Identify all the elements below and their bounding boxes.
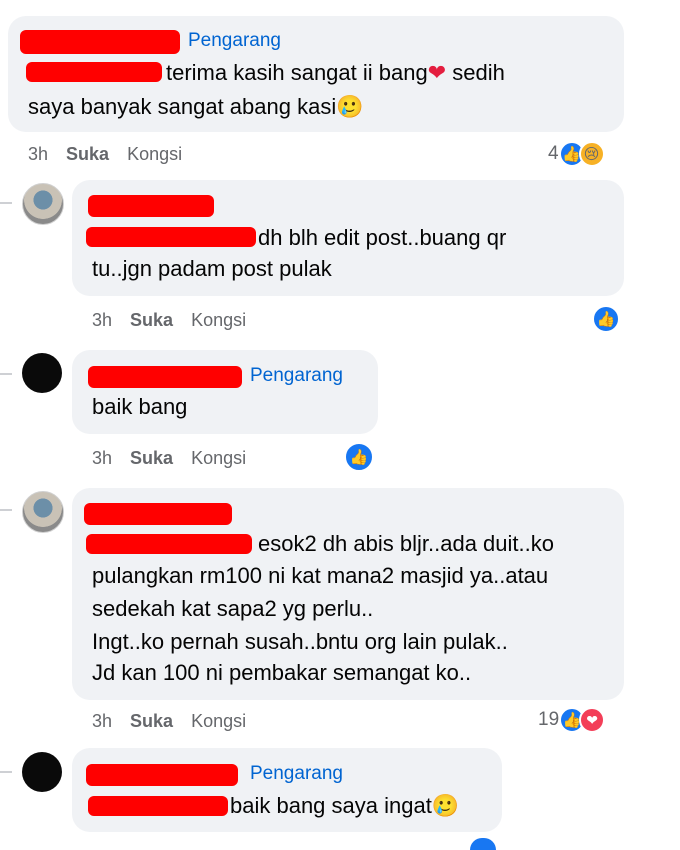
tear-smile-emoji-icon: 🥲 [431, 793, 460, 818]
comment-text: Jd kan 100 ni pembakar semangat ko.. [92, 660, 472, 685]
comment-text: Ingt..ko pernah susah..bntu org lain pul… [92, 629, 508, 654]
reaction-summary[interactable]: 19 👍 ❤ [538, 707, 606, 733]
comment-actions: 3h Suka Kongsi [92, 310, 246, 331]
redacted-author-name [88, 366, 242, 388]
comment-actions: 3h Suka Kongsi [92, 711, 246, 732]
tear-smile-emoji-icon: 🥲 [336, 94, 364, 119]
comment-text: saya banyak sangat abang kasi🥲 [28, 94, 364, 119]
author-badge[interactable]: Pengarang [250, 763, 343, 785]
heart-emoji-icon: ❤ [427, 60, 447, 85]
comment-text: pulangkan rm100 ni kat mana2 masjid ya..… [92, 563, 549, 588]
like-button[interactable]: Suka [130, 448, 173, 469]
share-button[interactable]: Kongsi [191, 310, 246, 331]
comment-actions: 3h Suka Kongsi [28, 144, 182, 165]
share-button[interactable]: Kongsi [191, 711, 246, 732]
comment-actions: 3h Suka Kongsi [92, 448, 246, 469]
like-reaction-icon: 👍 [344, 442, 374, 472]
timestamp[interactable]: 3h [92, 711, 112, 732]
like-button[interactable]: Suka [66, 144, 109, 165]
avatar[interactable] [22, 752, 62, 792]
thread-line [0, 373, 12, 375]
like-reaction-icon: 👍 [592, 305, 620, 333]
thread-line [0, 202, 12, 204]
reaction-summary[interactable]: 4 👍 😢 [548, 141, 605, 167]
comment-text: sedekah kat sapa2 yg perlu.. [92, 596, 374, 621]
thread-line [0, 771, 12, 773]
timestamp[interactable]: 3h [92, 448, 112, 469]
comment-text: terima kasih sangat ii bang❤ sedih [166, 60, 505, 85]
comment-text: baik bang [92, 394, 188, 419]
redacted-mention [26, 62, 162, 82]
reaction-summary[interactable]: 👍 [592, 305, 620, 333]
love-reaction-icon: ❤ [579, 707, 606, 733]
comment-text: esok2 dh abis bljr..ada duit..ko [258, 531, 554, 556]
reaction-summary[interactable]: 👍 [344, 442, 374, 472]
reaction-count: 4 [548, 143, 559, 164]
redacted-author-name [84, 503, 232, 525]
avatar[interactable] [22, 491, 64, 533]
author-badge[interactable]: Pengarang [250, 365, 343, 387]
redacted-mention [86, 227, 256, 247]
redacted-author-name [88, 195, 214, 217]
redacted-mention [86, 534, 252, 554]
redacted-author-name [86, 764, 238, 786]
sad-reaction-icon: 😢 [578, 141, 605, 167]
comment-text: dh blh edit post..buang qr [258, 225, 507, 250]
share-button[interactable]: Kongsi [191, 448, 246, 469]
reaction-count: 19 [538, 709, 560, 730]
like-button[interactable]: Suka [130, 310, 173, 331]
like-button[interactable]: Suka [130, 711, 173, 732]
thread-line [0, 509, 12, 511]
like-reaction-icon[interactable] [470, 838, 496, 850]
comment-text: baik bang saya ingat🥲 [230, 793, 460, 818]
share-button[interactable]: Kongsi [127, 144, 182, 165]
author-badge[interactable]: Pengarang [188, 30, 281, 52]
timestamp[interactable]: 3h [92, 310, 112, 331]
redacted-author-name [20, 30, 180, 54]
avatar[interactable] [22, 183, 64, 225]
comment-text: tu..jgn padam post pulak [92, 256, 332, 281]
timestamp[interactable]: 3h [28, 144, 48, 165]
avatar[interactable] [22, 353, 62, 393]
redacted-mention [88, 796, 228, 816]
